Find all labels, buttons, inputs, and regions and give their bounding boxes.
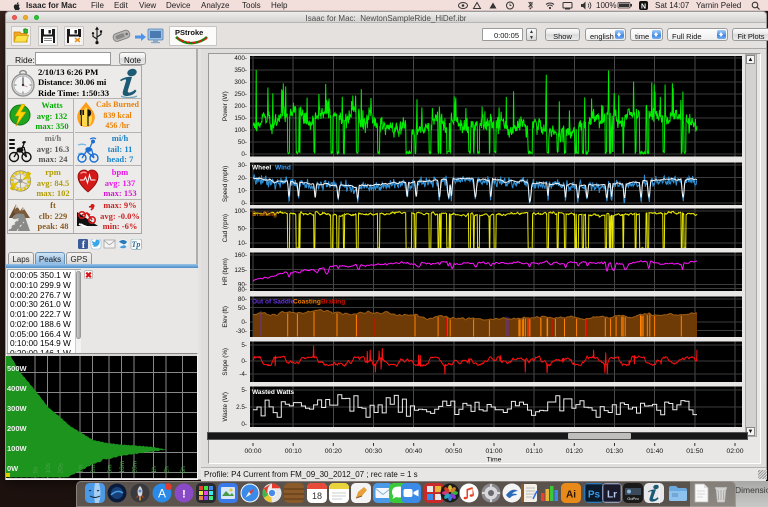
svg-text:80-: 80- xyxy=(238,287,247,294)
svg-text:01:50: 01:50 xyxy=(686,448,703,455)
svg-text:20s: 20s xyxy=(58,462,65,473)
svg-text:400-: 400- xyxy=(234,55,247,62)
svg-text:2.5-: 2.5- xyxy=(236,404,247,411)
svg-text:-30-: -30- xyxy=(236,328,247,335)
svg-text:5-: 5- xyxy=(241,387,247,394)
svg-text:150-: 150- xyxy=(234,115,247,122)
svg-text:250-: 250- xyxy=(234,91,247,98)
svg-text:!: ! xyxy=(182,489,186,501)
svg-text:350-: 350- xyxy=(234,67,247,74)
svg-text:1m: 1m xyxy=(77,464,84,473)
svg-text:10m: 10m xyxy=(119,461,126,474)
svg-text:00:40: 00:40 xyxy=(405,448,422,455)
svg-text:300-: 300- xyxy=(234,79,247,86)
svg-text:160-: 160- xyxy=(234,252,247,259)
svg-text:A: A xyxy=(158,487,166,501)
svg-text:Coasting: Coasting xyxy=(293,299,321,306)
svg-text:PStroke: PStroke xyxy=(175,28,203,37)
svg-text:0-: 0- xyxy=(241,358,247,365)
svg-text:Ai: Ai xyxy=(566,490,576,501)
svg-text:02:00: 02:00 xyxy=(726,448,743,455)
svg-text:125-: 125- xyxy=(234,267,247,274)
svg-text:01:40: 01:40 xyxy=(646,448,663,455)
svg-text:01:30: 01:30 xyxy=(606,448,623,455)
svg-text:0W: 0W xyxy=(7,464,19,473)
svg-text:5h: 5h xyxy=(180,466,187,474)
svg-text:200-: 200- xyxy=(234,103,247,110)
svg-text:00:00: 00:00 xyxy=(244,448,261,455)
svg-text:Wheel: Wheel xyxy=(252,165,271,172)
svg-text:1h: 1h xyxy=(151,466,158,474)
svg-text:10-: 10- xyxy=(238,240,247,247)
svg-text:01:00: 01:00 xyxy=(485,448,502,455)
svg-text:Speed (mph): Speed (mph) xyxy=(222,166,229,202)
svg-text:0-: 0- xyxy=(241,421,247,428)
svg-text:0-: 0- xyxy=(241,200,247,207)
svg-text:Wasted Watts: Wasted Watts xyxy=(252,389,295,396)
svg-text:00:20: 00:20 xyxy=(325,448,342,455)
svg-text:01:10: 01:10 xyxy=(526,448,543,455)
svg-text:Wind: Wind xyxy=(275,165,291,172)
svg-text:Power (W): Power (W) xyxy=(222,91,229,121)
svg-text:18: 18 xyxy=(312,491,322,501)
svg-text:Elev (ft): Elev (ft) xyxy=(222,306,229,328)
svg-text:00:50: 00:50 xyxy=(445,448,462,455)
svg-text:Braking: Braking xyxy=(321,299,345,306)
svg-text:100-: 100- xyxy=(234,127,247,134)
svg-text:100-: 100- xyxy=(234,208,247,215)
svg-text:10s: 10s xyxy=(45,462,52,473)
svg-text:30-: 30- xyxy=(238,162,247,169)
svg-text:20-: 20- xyxy=(238,175,247,182)
svg-text:300W: 300W xyxy=(7,404,28,413)
svg-text:400W: 400W xyxy=(7,384,28,393)
svg-text:10-: 10- xyxy=(238,188,247,195)
svg-text:5m: 5m xyxy=(106,464,113,473)
svg-text:01:20: 01:20 xyxy=(566,448,583,455)
svg-text:0-: 0- xyxy=(241,151,247,158)
svg-text:Tp: Tp xyxy=(132,240,141,249)
svg-text:Ps: Ps xyxy=(588,490,601,501)
svg-text:Cad (rpm): Cad (rpm) xyxy=(222,214,229,242)
svg-text:Slope (%): Slope (%) xyxy=(222,348,229,376)
svg-text:200W: 200W xyxy=(7,424,28,433)
svg-text:Out of Saddle: Out of Saddle xyxy=(252,299,295,306)
svg-text:0-: 0- xyxy=(241,319,247,326)
svg-text:HR (bpm): HR (bpm) xyxy=(222,258,229,285)
svg-text:80-: 80- xyxy=(238,296,247,303)
svg-text:500W: 500W xyxy=(7,364,28,373)
svg-text:Drafting: Drafting xyxy=(252,211,277,218)
svg-text:5-: 5- xyxy=(241,342,247,349)
svg-text:100W: 100W xyxy=(7,444,28,453)
svg-text:20m: 20m xyxy=(131,461,138,474)
svg-text:GoPro: GoPro xyxy=(627,496,639,501)
svg-text:50-: 50- xyxy=(238,305,247,312)
svg-text:N: N xyxy=(641,3,646,10)
svg-text:100%: 100% xyxy=(596,1,616,10)
svg-text:00:10: 00:10 xyxy=(285,448,302,455)
svg-text:-4-: -4- xyxy=(239,371,247,378)
svg-text:Lr: Lr xyxy=(607,490,617,501)
svg-text:5s: 5s xyxy=(33,466,40,474)
svg-text:2h: 2h xyxy=(164,466,171,474)
svg-text:2m: 2m xyxy=(90,464,97,473)
svg-text:Time: Time xyxy=(487,457,502,464)
svg-text:50-: 50- xyxy=(238,226,247,233)
svg-text:50-: 50- xyxy=(238,139,247,146)
svg-text:Waste (W): Waste (W) xyxy=(222,392,229,422)
svg-text:00:30: 00:30 xyxy=(365,448,382,455)
